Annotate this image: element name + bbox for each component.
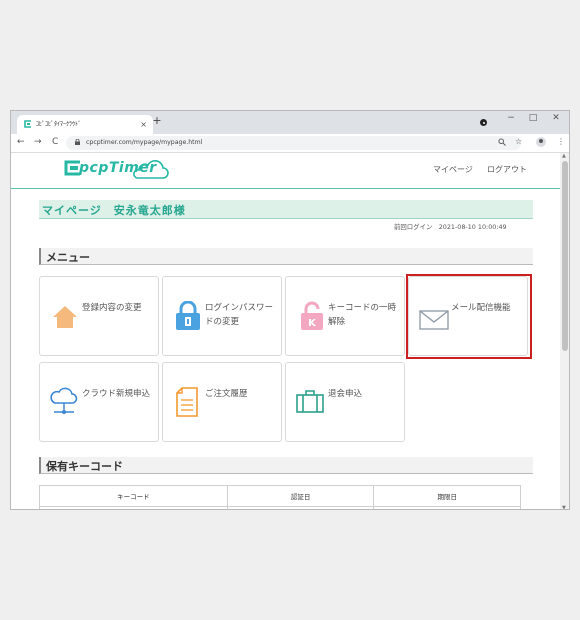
browser-window: ｺﾋﾟｺﾋﾟﾀｲﾏｰｸﾗｳﾄﾞ × + − □ ✕ ← → C cpcptime… xyxy=(10,110,570,510)
profile-avatar[interactable] xyxy=(536,137,546,147)
logo-cloud-icon xyxy=(133,160,169,179)
column-header-keycode: キーコード xyxy=(39,485,228,507)
maximize-button[interactable]: □ xyxy=(525,113,541,123)
close-window-button[interactable]: ✕ xyxy=(548,113,564,123)
lock-icon xyxy=(75,139,80,145)
last-login-text: 前回ログイン 2021-08-10 10:00:49 xyxy=(394,223,507,231)
mypage-title-band: マイページ 安永竜太郎様 xyxy=(39,200,533,219)
menu-card-label: ログインパスワードの変更 xyxy=(205,303,274,327)
selection-highlight xyxy=(406,274,532,359)
menu-card-withdrawal[interactable]: 退会申込 xyxy=(285,362,405,442)
scroll-up-icon[interactable]: ▲ xyxy=(562,153,566,159)
document-icon xyxy=(176,387,198,417)
briefcase-icon xyxy=(296,390,324,413)
forward-arrow-icon[interactable]: → xyxy=(34,137,42,147)
back-arrow-icon[interactable]: ← xyxy=(17,137,25,147)
scroll-down-icon[interactable]: ▼ xyxy=(562,505,566,509)
url-text: cpcptimer.com/mypage/mypage.html xyxy=(86,139,203,146)
menu-heading: メニュー xyxy=(39,248,533,265)
menu-card-label: ご注文履歴 xyxy=(205,389,248,399)
keycode-heading: 保有キーコード xyxy=(39,457,533,474)
header-link-logout[interactable]: ログアウト xyxy=(487,164,527,175)
page-scrollbar[interactable]: ▲ ▼ xyxy=(560,153,569,509)
keycode-table: キーコード 認証日 期限日 xyxy=(39,485,521,509)
header-link-mypage[interactable]: マイページ xyxy=(433,164,473,175)
reload-icon[interactable]: C xyxy=(52,137,58,147)
page-title: マイページ 安永竜太郎様 xyxy=(42,204,186,217)
column-header-auth-date: 認証日 xyxy=(226,485,375,507)
menu-card-label: クラウド新規申込 xyxy=(82,389,151,399)
menu-card-label: キーコードの一時解除 xyxy=(328,303,397,327)
minimize-button[interactable]: − xyxy=(503,113,519,123)
browser-menu-icon[interactable]: ⋮ xyxy=(557,137,565,146)
site-logo[interactable]: pcpTimer xyxy=(63,157,169,181)
record-icon[interactable] xyxy=(480,119,487,126)
menu-card-password-change[interactable]: ログインパスワードの変更 xyxy=(162,276,282,356)
menu-card-profile-edit[interactable]: 登録内容の変更 xyxy=(39,276,159,356)
scroll-thumb[interactable] xyxy=(562,161,568,351)
menu-card-label: 登録内容の変更 xyxy=(82,303,142,313)
address-bar[interactable]: cpcptimer.com/mypage/mypage.html xyxy=(66,136,521,150)
menu-card-cloud-signup[interactable]: クラウド新規申込 xyxy=(39,362,159,442)
zoom-icon[interactable] xyxy=(498,138,506,146)
browser-tab[interactable]: ｺﾋﾟｺﾋﾟﾀｲﾏｰｸﾗｳﾄﾞ × xyxy=(17,115,153,134)
browser-toolbar: ← → C cpcptimer.com/mypage/mypage.html ☆… xyxy=(11,134,569,153)
bookmark-star-icon[interactable]: ☆ xyxy=(515,137,522,146)
title-bar: ｺﾋﾟｺﾋﾟﾀｲﾏｰｸﾗｳﾄﾞ × + − □ ✕ xyxy=(11,111,569,134)
svg-text:K: K xyxy=(308,318,317,329)
menu-card-label: 退会申込 xyxy=(328,389,363,399)
cloud-icon xyxy=(50,387,78,414)
tab-title: ｺﾋﾟｺﾋﾟﾀｲﾏｰｸﾗｳﾄﾞ xyxy=(36,121,82,128)
menu-card-keycode-release[interactable]: K キーコードの一時解除 xyxy=(285,276,405,356)
table-header-row: キーコード 認証日 期限日 xyxy=(39,485,521,507)
site-header: pcpTimer マイページ ログアウト xyxy=(11,153,560,189)
home-icon xyxy=(53,306,77,328)
lock-icon xyxy=(176,301,200,330)
new-tab-button[interactable]: + xyxy=(151,114,163,127)
table-row xyxy=(39,506,521,509)
favicon-icon xyxy=(24,120,31,128)
column-header-expiry-date: 期限日 xyxy=(373,485,521,507)
menu-card-order-history[interactable]: ご注文履歴 xyxy=(162,362,282,442)
key-unlock-icon: K xyxy=(301,301,323,330)
tab-close-icon[interactable]: × xyxy=(140,115,147,134)
page-content: pcpTimer マイページ ログアウト マイページ 安永竜太郎様 前回ログイン… xyxy=(11,153,560,509)
